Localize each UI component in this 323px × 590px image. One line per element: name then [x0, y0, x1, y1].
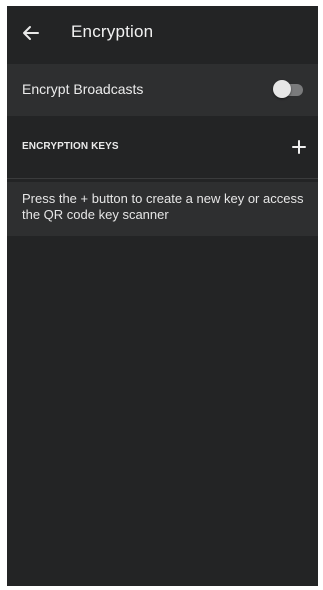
encrypt-broadcasts-row[interactable]: Encrypt Broadcasts: [7, 64, 318, 116]
page-title: Encryption: [71, 22, 154, 41]
encrypt-broadcasts-label: Encrypt Broadcasts: [22, 81, 144, 97]
encrypt-broadcasts-toggle[interactable]: [273, 80, 303, 98]
app-bar: Encryption: [7, 6, 318, 60]
empty-keys-hint: Press the + button to create a new key o…: [7, 182, 318, 236]
encryption-keys-header: ENCRYPTION KEYS: [7, 120, 318, 178]
back-arrow-icon[interactable]: [19, 21, 43, 45]
add-key-plus-icon[interactable]: [289, 137, 309, 157]
encryption-screen: Encryption Encrypt Broadcasts ENCRYPTION…: [7, 6, 318, 586]
empty-keys-hint-text: Press the + button to create a new key o…: [22, 191, 304, 222]
encryption-keys-title: ENCRYPTION KEYS: [22, 141, 119, 152]
section-divider: [7, 178, 318, 179]
toggle-thumb: [273, 80, 291, 98]
